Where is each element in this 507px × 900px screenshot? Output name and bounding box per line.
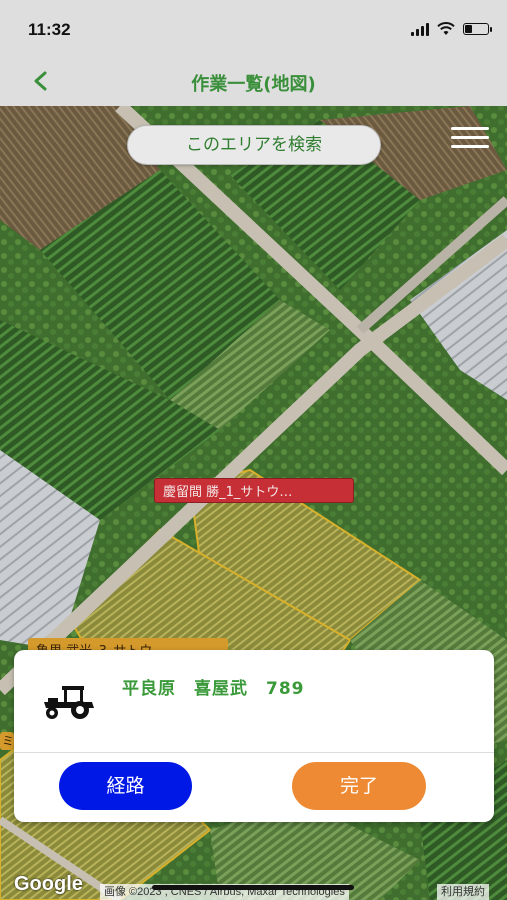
status-icons: [411, 22, 492, 36]
complete-button[interactable]: 完了: [292, 762, 426, 810]
page-title: 作業一覧(地図): [191, 74, 316, 95]
task-title: 平良原 喜屋武 789: [122, 674, 323, 699]
route-button[interactable]: 経路: [59, 762, 192, 810]
home-indicator: [152, 885, 354, 890]
card-divider: [14, 752, 494, 753]
task-owner-name: 喜屋武: [194, 679, 248, 699]
hamburger-menu-icon[interactable]: [451, 127, 489, 153]
battery-icon: [463, 23, 492, 35]
status-bar: 11:32: [0, 0, 507, 58]
field-label[interactable]: 慶留間 勝_1_サトウ…: [154, 478, 354, 503]
tractor-icon: [44, 686, 94, 719]
task-number: 789: [266, 679, 305, 699]
field-label[interactable]: ミ: [0, 732, 14, 750]
terms-link[interactable]: 利用規約: [437, 884, 489, 900]
wifi-icon: [437, 22, 455, 35]
task-owner-area: 平良原: [122, 679, 176, 699]
search-this-area-button[interactable]: このエリアを検索: [127, 125, 381, 165]
task-card[interactable]: 平良原 喜屋武 789 経路 完了: [14, 650, 494, 822]
nav-bar: 作業一覧(地図): [0, 58, 507, 106]
status-time: 11:32: [28, 20, 71, 39]
google-logo: Google: [14, 873, 83, 895]
cellular-signal-icon: [411, 22, 429, 36]
